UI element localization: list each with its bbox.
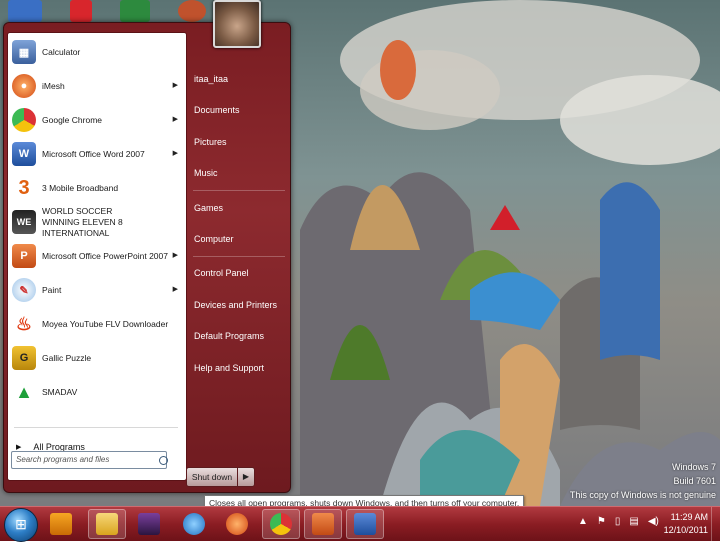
program-label: 3 Mobile Broadband	[42, 182, 119, 193]
windows-explorer-icon	[96, 513, 118, 535]
program-item-imesh[interactable]: ● iMesh ▶	[12, 71, 182, 101]
program-item-word[interactable]: W Microsoft Office Word 2007 ▶	[12, 139, 182, 169]
powerpoint-icon	[312, 513, 334, 535]
program-label: Gallic Puzzle	[42, 352, 92, 363]
program-label: WORLD SOCCER WINNING ELEVEN 8 INTERNATIO…	[42, 205, 123, 238]
smadav-icon: ▲	[15, 381, 33, 402]
documents-link[interactable]: Documents	[194, 105, 240, 115]
taskbar-button-imesh[interactable]	[218, 509, 256, 539]
internet-explorer-icon	[183, 513, 205, 535]
start-button[interactable]: ⊞	[4, 508, 38, 542]
arrow-right-icon: ▶	[16, 444, 22, 451]
program-label: Paint	[42, 284, 62, 295]
chevron-right-icon: ▶	[242, 472, 250, 481]
submenu-arrow-icon: ▶	[172, 286, 178, 293]
taskbar-button-media-player[interactable]	[42, 509, 80, 539]
clock-date: 12/10/2011	[663, 525, 708, 535]
three-mobile-icon: 3	[18, 176, 30, 199]
program-list-pane: ▦ Calculator ● iMesh ▶ Google Chrome ▶ W…	[7, 32, 187, 481]
taskbar-button-ie[interactable]	[175, 509, 213, 539]
program-item-google-chrome[interactable]: Google Chrome ▶	[12, 105, 182, 135]
program-item-3-mobile-broadband[interactable]: 3 3 Mobile Broadband	[12, 173, 182, 203]
program-item-paint[interactable]: ✎ Paint ▶	[12, 275, 182, 305]
program-item-powerpoint[interactable]: P Microsoft Office PowerPoint 2007 ▶	[12, 241, 182, 271]
taskbar: ⊞ ▲ ⚑ ▯ ▤ ◀) 11:29 AM 12/10/2011	[0, 506, 720, 542]
paint-icon: ✎	[12, 278, 36, 302]
chrome-icon	[12, 108, 36, 132]
music-link[interactable]: Music	[194, 168, 218, 178]
imesh-icon	[226, 513, 248, 535]
word-icon	[354, 513, 376, 535]
shutdown-button[interactable]: Shut down	[186, 467, 238, 487]
program-label: Moyea YouTube FLV Downloader	[42, 318, 169, 329]
program-item-smadav[interactable]: ▲ SMADAV	[12, 377, 182, 407]
program-label: Microsoft Office PowerPoint 2007	[42, 250, 168, 261]
program-label: iMesh	[42, 80, 65, 91]
games-link[interactable]: Games	[194, 203, 223, 213]
program-item-gallic-puzzle[interactable]: G Gallic Puzzle	[12, 343, 182, 373]
taskbar-button-powerpoint[interactable]	[304, 509, 342, 539]
user-folder-link[interactable]: itaa_itaa	[194, 74, 228, 84]
action-center-icon[interactable]: ⚑	[597, 516, 606, 527]
program-label: SMADAV	[42, 386, 78, 397]
clock-time: 11:29 AM	[670, 512, 708, 522]
device-icon[interactable]: ▯	[615, 516, 621, 527]
submenu-arrow-icon: ▶	[172, 252, 178, 259]
network-icon[interactable]: ▤	[629, 516, 638, 527]
imesh-icon: ●	[12, 74, 36, 98]
divider	[14, 427, 178, 428]
show-hidden-icons-icon[interactable]: ▲	[578, 516, 588, 527]
watermark-line: Windows 7	[671, 462, 716, 472]
pictures-link[interactable]: Pictures	[194, 137, 227, 147]
desktop-shortcut-icon[interactable]	[178, 0, 206, 22]
program-label: Calculator	[42, 46, 81, 57]
program-label: Microsoft Office Word 2007	[42, 148, 145, 159]
game-icon	[138, 513, 160, 535]
divider	[193, 256, 285, 257]
clock[interactable]: 11:29 AM 12/10/2011	[664, 511, 708, 537]
devices-and-printers-link[interactable]: Devices and Printers	[194, 300, 277, 310]
program-item-winning-eleven[interactable]: WE WORLD SOCCER WINNING ELEVEN 8 INTERNA…	[12, 205, 182, 238]
windows-watermark: Windows 7 Build 7601 This copy of Window…	[570, 460, 716, 502]
program-item-calculator[interactable]: ▦ Calculator	[12, 37, 182, 67]
search-icon[interactable]	[159, 456, 168, 465]
taskbar-button-explorer[interactable]	[88, 509, 126, 539]
submenu-arrow-icon: ▶	[172, 150, 178, 157]
show-desktop-button[interactable]	[711, 507, 720, 541]
taskbar-button-game[interactable]	[130, 509, 168, 539]
watermark-line: Build 7601	[673, 476, 716, 486]
default-programs-link[interactable]: Default Programs	[194, 331, 264, 341]
program-label: Google Chrome	[42, 114, 103, 125]
windows-media-player-icon	[50, 513, 72, 535]
search-input[interactable]: Search programs and files	[11, 451, 167, 469]
taskbar-button-chrome[interactable]	[262, 509, 300, 539]
chrome-icon	[270, 513, 292, 535]
start-menu: ▦ Calculator ● iMesh ▶ Google Chrome ▶ W…	[3, 22, 291, 493]
help-and-support-link[interactable]: Help and Support	[194, 363, 264, 373]
calculator-icon: ▦	[12, 40, 36, 64]
powerpoint-icon: P	[12, 244, 36, 268]
gallic-puzzle-icon: G	[12, 346, 36, 370]
submenu-arrow-icon: ▶	[172, 116, 178, 123]
user-avatar[interactable]	[213, 0, 261, 48]
shutdown-options-button[interactable]: ▶	[237, 467, 255, 487]
moyea-icon: ♨	[15, 313, 33, 334]
desktop-shortcut-icon[interactable]	[8, 0, 42, 22]
system-tray: ▲ ⚑ ▯ ▤ ◀)	[578, 516, 659, 527]
volume-icon[interactable]: ◀)	[648, 516, 659, 527]
winning-eleven-icon: WE	[12, 210, 36, 234]
control-panel-link[interactable]: Control Panel	[194, 268, 249, 278]
desktop-shortcut-icon[interactable]	[120, 0, 150, 22]
submenu-arrow-icon: ▶	[172, 82, 178, 89]
divider	[193, 190, 285, 191]
taskbar-button-word[interactable]	[346, 509, 384, 539]
watermark-line: This copy of Windows is not genuine	[569, 490, 716, 500]
word-icon: W	[12, 142, 36, 166]
desktop-shortcut-icon[interactable]	[70, 0, 92, 22]
program-item-moyea[interactable]: ♨ Moyea YouTube FLV Downloader	[12, 309, 182, 339]
windows-logo-icon: ⊞	[15, 516, 27, 532]
computer-link[interactable]: Computer	[194, 234, 234, 244]
